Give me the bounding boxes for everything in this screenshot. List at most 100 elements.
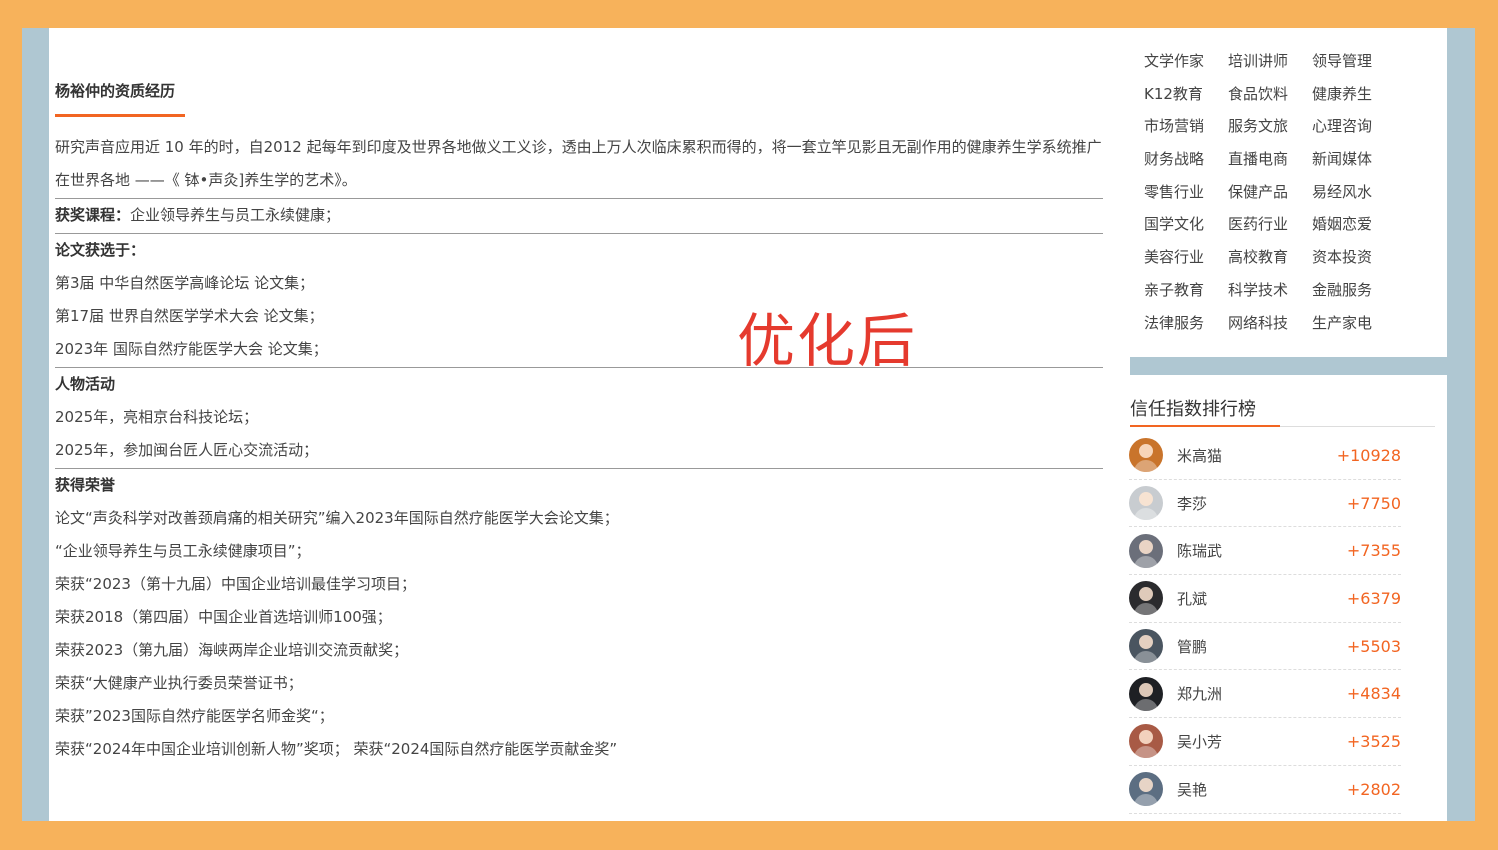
ranking-score: +7750 <box>1346 493 1401 513</box>
tag-row: 市场营销 服务文旅 心理咨询 <box>1144 110 1444 143</box>
avatar[interactable] <box>1129 724 1163 759</box>
ranking-name[interactable]: 管鹏 <box>1177 636 1347 657</box>
category-tag-link[interactable]: 法律服务 <box>1144 307 1228 340</box>
category-tag-link[interactable]: 美容行业 <box>1144 241 1228 274</box>
tag-row: 亲子教育 科学技术 金融服务 <box>1144 274 1444 307</box>
avatar[interactable] <box>1129 438 1163 473</box>
ranking-score: +6379 <box>1346 588 1401 608</box>
ranking-title-accent <box>1130 425 1280 427</box>
ranking-item[interactable]: 管鹏 +5503 <box>1129 623 1401 671</box>
trust-ranking-panel: 信任指数排行榜 米高猫 +10928 李莎 +7750 陈瑞武 +7355 孔斌 +6379 管… <box>1117 375 1447 821</box>
papers-heading: 论文获选于： <box>55 241 146 259</box>
paper-item: 2023年 国际自然疗能医学大会 论文集； <box>55 340 328 358</box>
category-tag-link[interactable]: 市场营销 <box>1144 110 1228 143</box>
category-tag-link[interactable]: 网络科技 <box>1228 307 1312 340</box>
category-tags: 文学作家 培训讲师 领导管理 K12教育 食品饮料 健康养生 市场营销 服务文旅 心理咨询 财务战… <box>1144 45 1444 339</box>
category-tag-link[interactable]: 文学作家 <box>1144 45 1228 78</box>
honor-item: 荣获“2023（第十九届）中国企业培训最佳学习项目； <box>55 575 416 593</box>
category-tag-link[interactable]: 高校教育 <box>1228 241 1312 274</box>
ranking-name[interactable]: 郑九洲 <box>1177 683 1347 704</box>
category-tag-link[interactable]: 新闻媒体 <box>1312 143 1396 176</box>
avatar[interactable] <box>1129 629 1163 664</box>
ranking-score: +2802 <box>1346 779 1401 799</box>
activities-heading: 人物活动 <box>55 375 116 393</box>
paper-item: 第3届 中华自然医学高峰论坛 论文集； <box>55 274 315 292</box>
category-tag-link[interactable]: 生产家电 <box>1312 307 1396 340</box>
ranking-score: +7355 <box>1346 541 1401 561</box>
paper-item: 第17届 世界自然医学学术大会 论文集； <box>55 307 324 325</box>
intro-text: 研究声音应用近 10 年的时，自2012 起每年到印度及世界各地做义工义诊，透由… <box>55 138 1102 189</box>
tag-row: 国学文化 医药行业 婚姻恋爱 <box>1144 208 1444 241</box>
avatar[interactable] <box>1129 772 1163 807</box>
category-tag-link[interactable]: 领导管理 <box>1312 45 1396 78</box>
avatar[interactable] <box>1129 676 1163 711</box>
tag-row: 法律服务 网络科技 生产家电 <box>1144 307 1444 340</box>
tag-row: 财务战略 直播电商 新闻媒体 <box>1144 143 1444 176</box>
avatar[interactable] <box>1129 581 1163 616</box>
award-course: 获奖课程：企业领导养生与员工永续健康； <box>55 199 1103 232</box>
ranking-score: +5503 <box>1346 636 1401 656</box>
award-value: 企业领导养生与员工永续健康； <box>130 206 341 224</box>
honor-item: 荣获2018（第四届）中国企业首选培训师100强； <box>55 608 392 626</box>
ranking-item[interactable]: 孔斌 +6379 <box>1129 575 1401 623</box>
ranking-name[interactable]: 陈瑞武 <box>1177 540 1347 561</box>
avatar[interactable] <box>1129 533 1163 568</box>
category-tag-link[interactable]: 易经风水 <box>1312 176 1396 209</box>
avatar[interactable] <box>1129 486 1163 521</box>
page-frame: 杨裕仲的资质经历 研究声音应用近 10 年的时，自2012 起每年到印度及世界各… <box>22 28 1475 821</box>
category-tag-link[interactable]: 食品饮料 <box>1228 78 1312 111</box>
category-tag-link[interactable]: 心理咨询 <box>1312 110 1396 143</box>
ranking-item[interactable]: 米高猫 +10928 <box>1129 432 1401 480</box>
honors-heading: 获得荣誉 <box>55 476 116 494</box>
honor-item: 论文“声灸科学对改善颈肩痛的相关研究”编入2023年国际自然疗能医学大会论文集； <box>55 509 619 527</box>
ranking-score: +10928 <box>1336 445 1401 465</box>
ranking-name[interactable]: 孔斌 <box>1177 588 1347 609</box>
category-tag-link[interactable]: 直播电商 <box>1228 143 1312 176</box>
ranking-item[interactable]: 李莎 +7750 <box>1129 480 1401 528</box>
profile-content-panel: 杨裕仲的资质经历 研究声音应用近 10 年的时，自2012 起每年到印度及世界各… <box>49 28 1130 821</box>
category-tag-link[interactable]: 金融服务 <box>1312 274 1396 307</box>
category-tag-link[interactable]: 健康养生 <box>1312 78 1396 111</box>
ranking-item[interactable]: 陈瑞武 +7355 <box>1129 527 1401 576</box>
tag-row: 零售行业 保健产品 易经风水 <box>1144 176 1444 209</box>
ranking-name[interactable]: 米高猫 <box>1177 445 1337 466</box>
activity-item: 2025年，亮相京台科技论坛； <box>55 408 259 426</box>
category-tag-link[interactable]: 医药行业 <box>1228 208 1312 241</box>
award-label: 获奖课程： <box>55 206 131 224</box>
honor-item: 荣获“大健康产业执行委员荣誉证书； <box>55 674 303 692</box>
category-tag-link[interactable]: 亲子教育 <box>1144 274 1228 307</box>
ranking-name[interactable]: 李莎 <box>1177 493 1347 514</box>
optimized-watermark: 优化后 <box>737 307 918 375</box>
ranking-item[interactable]: 吴小芳 +3525 <box>1129 718 1401 766</box>
ranking-list: 米高猫 +10928 李莎 +7750 陈瑞武 +7355 孔斌 +6379 管鹏 +5503 郑九… <box>1129 432 1401 814</box>
category-tags-panel: 文学作家 培训讲师 领导管理 K12教育 食品饮料 健康养生 市场营销 服务文旅 心理咨询 财务战… <box>1117 28 1447 357</box>
category-tag-link[interactable]: 婚姻恋爱 <box>1312 208 1396 241</box>
category-tag-link[interactable]: 培训讲师 <box>1228 45 1312 78</box>
honor-item: 荣获“2024年中国企业培训创新人物”奖项； 荣获“2024国际自然疗能医学贡献… <box>55 740 618 758</box>
section-title-underline <box>55 114 185 117</box>
category-tag-link[interactable]: 国学文化 <box>1144 208 1228 241</box>
qualification-content: 研究声音应用近 10 年的时，自2012 起每年到印度及世界各地做义工义诊，透由… <box>55 131 1103 766</box>
ranking-title: 信任指数排行榜 <box>1130 399 1256 420</box>
category-tag-link[interactable]: 财务战略 <box>1144 143 1228 176</box>
ranking-item[interactable]: 郑九洲 +4834 <box>1129 670 1401 719</box>
ranking-score: +4834 <box>1346 684 1401 704</box>
category-tag-link[interactable]: 保健产品 <box>1228 176 1312 209</box>
activity-item: 2025年，参加闽台匠人匠心交流活动； <box>55 441 319 459</box>
tag-row: K12教育 食品饮料 健康养生 <box>1144 78 1444 111</box>
category-tag-link[interactable]: 科学技术 <box>1228 274 1312 307</box>
tag-row: 文学作家 培训讲师 领导管理 <box>1144 45 1444 78</box>
ranking-name[interactable]: 吴艳 <box>1177 779 1347 800</box>
category-tag-link[interactable]: 零售行业 <box>1144 176 1228 209</box>
ranking-item[interactable]: 吴艳 +2802 <box>1129 766 1401 814</box>
honor-item: 荣获”2023国际自然疗能医学名师金奖“； <box>55 707 334 725</box>
honor-item: “企业领导养生与员工永续健康项目”； <box>55 542 311 560</box>
category-tag-link[interactable]: K12教育 <box>1144 78 1228 111</box>
section-title: 杨裕仲的资质经历 <box>55 82 176 100</box>
ranking-score: +3525 <box>1346 731 1401 751</box>
category-tag-link[interactable]: 资本投资 <box>1312 241 1396 274</box>
honor-item: 荣获2023（第九届）海峡两岸企业培训交流贡献奖； <box>55 641 409 659</box>
ranking-name[interactable]: 吴小芳 <box>1177 731 1347 752</box>
category-tag-link[interactable]: 服务文旅 <box>1228 110 1312 143</box>
tag-row: 美容行业 高校教育 资本投资 <box>1144 241 1444 274</box>
